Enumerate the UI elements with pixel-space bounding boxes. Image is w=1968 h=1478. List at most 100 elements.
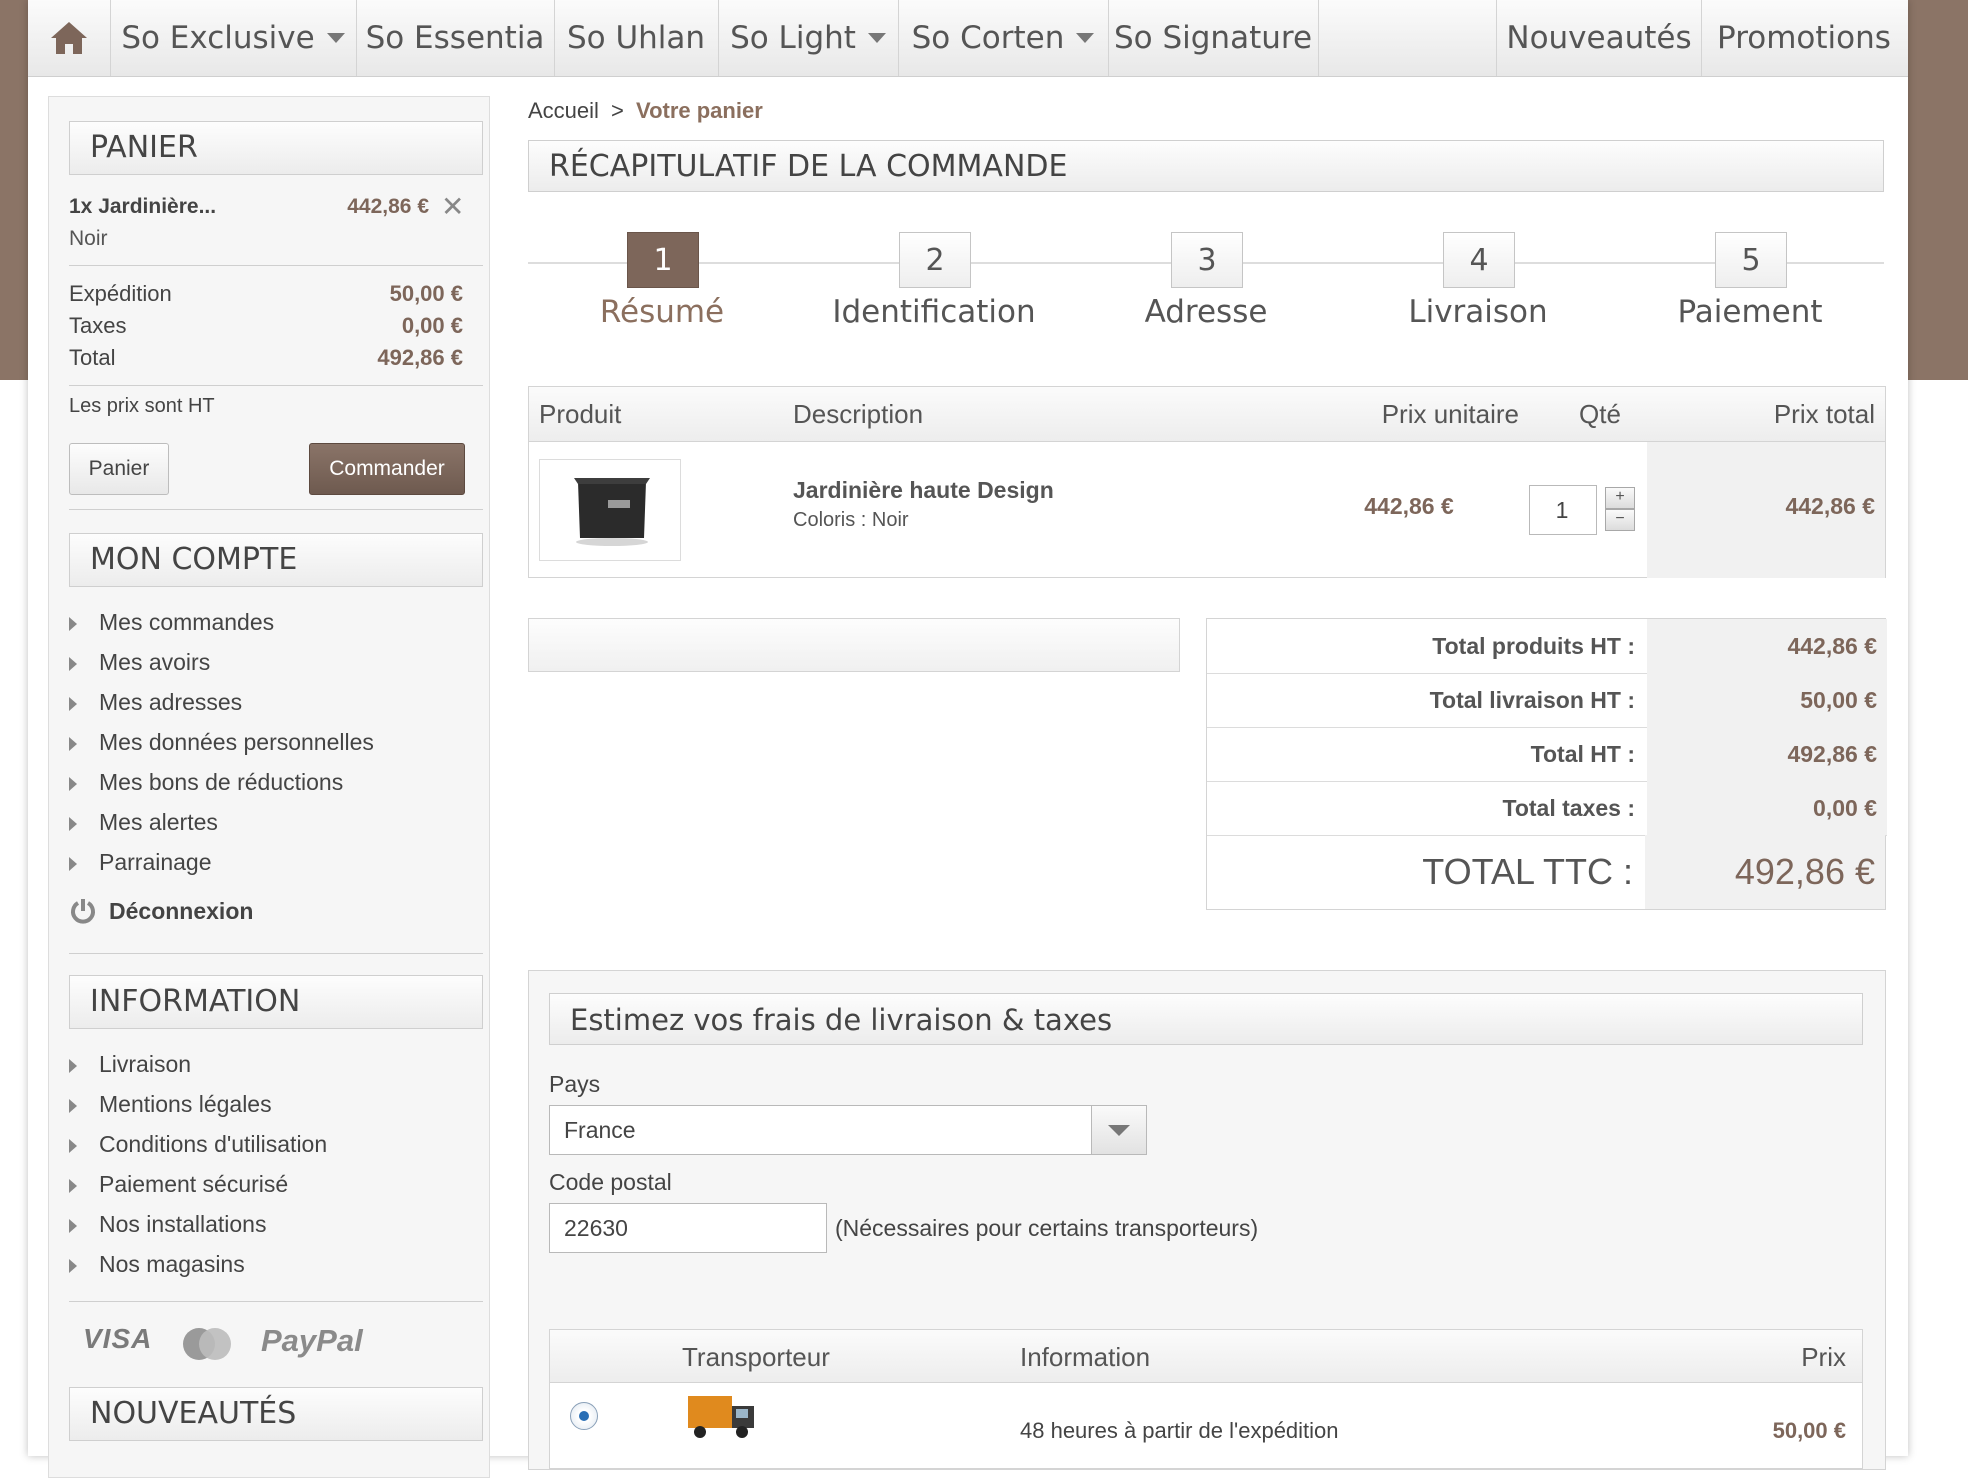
link-label: Paiement sécurisé [99,1171,289,1197]
shipping-estimate-panel: Estimez vos frais de livraison & taxes P… [528,970,1886,1470]
account-link-credits[interactable]: Mes avoirs [69,649,210,676]
link-label: Nos magasins [99,1251,245,1277]
cart-item-name[interactable]: 1x Jardinière... [69,195,216,219]
nav-so-corten[interactable]: So Corten [898,0,1109,76]
divider [69,385,483,386]
step-5-label: Paiement [1677,294,1823,330]
nav-home[interactable] [28,0,111,76]
nav-so-essentia[interactable]: So Essentia [356,0,555,76]
caret-right-icon [69,1138,77,1153]
carrier-radio[interactable] [570,1402,598,1430]
caret-right-icon [69,616,77,631]
quantity-input[interactable] [1529,485,1597,535]
nav-label: So Uhlan [566,20,706,56]
info-link-delivery[interactable]: Livraison [69,1051,191,1078]
step-2-label: Identification [832,294,1036,330]
quantity-decrease-button[interactable]: − [1605,509,1635,531]
product-name[interactable]: Jardinière haute Design [793,477,1054,504]
information-title: INFORMATION [69,975,483,1029]
account-title: MON COMPTE [69,533,483,587]
link-label: Mes avoirs [99,649,211,675]
power-icon [71,899,95,924]
product-variant: Coloris : Noir [793,509,909,531]
cart-button[interactable]: Panier [69,443,169,495]
account-link-alerts[interactable]: Mes alertes [69,809,218,836]
nav-so-exclusive[interactable]: So Exclusive [110,0,357,76]
total-label: Total [69,345,116,370]
main-navigation: So Exclusive So Essentia So Uhlan So Lig… [28,0,1908,77]
totals-label: Total livraison HT : [1429,687,1635,713]
country-dropdown-button[interactable] [1091,1106,1146,1154]
order-button[interactable]: Commander [309,443,465,495]
caret-right-icon [69,856,77,871]
link-label: Conditions d'utilisation [99,1131,328,1157]
totals-label: Total taxes : [1502,795,1636,821]
account-link-addresses[interactable]: Mes adresses [69,689,242,716]
step-5-number: 5 [1715,232,1787,288]
total-value: 492,86 € [377,345,463,370]
info-link-installations[interactable]: Nos installations [69,1211,266,1238]
divider [69,1301,483,1302]
header-unit-price: Prix unitaire [1381,399,1519,429]
account-link-vouchers[interactable]: Mes bons de réductions [69,769,343,796]
estimate-title: Estimez vos frais de livraison & taxes [549,993,1863,1045]
product-thumbnail[interactable] [539,459,681,561]
nav-nouveautes[interactable]: Nouveautés [1496,0,1702,76]
visa-logo: VISA [83,1323,153,1354]
account-link-referral[interactable]: Parrainage [69,849,212,876]
country-select[interactable]: France [549,1105,1147,1155]
step-1-label: Résumé [599,294,725,330]
postal-code-input[interactable] [549,1203,827,1253]
quantity-increase-button[interactable]: + [1605,487,1635,509]
total-ttc-row: TOTAL TTC : 492,86 € [1207,835,1885,909]
breadcrumb-home[interactable]: Accueil [528,98,599,123]
postal-note: (Nécessaires pour certains transporteurs… [835,1215,1259,1241]
chevron-down-icon [326,33,345,43]
nav-label: So Exclusive [121,20,315,56]
nav-label: So Corten [911,20,1065,56]
header-information: Information [1020,1342,1151,1372]
info-link-stores[interactable]: Nos magasins [69,1251,245,1278]
step-4-number: 4 [1443,232,1515,288]
remove-item-button[interactable]: ✕ [441,193,464,221]
tax-label: Taxes [69,313,127,338]
info-link-legal[interactable]: Mentions légales [69,1091,272,1118]
caret-right-icon [69,656,77,671]
link-label: Mentions légales [99,1091,272,1117]
nav-label: Nouveautés [1506,20,1692,56]
header-description: Description [793,399,924,429]
info-link-secure-payment[interactable]: Paiement sécurisé [69,1171,288,1198]
divider [69,953,483,954]
totals-label: Total HT : [1530,741,1635,767]
link-label: Parrainage [99,849,212,875]
info-link-terms[interactable]: Conditions d'utilisation [69,1131,327,1158]
nav-so-light[interactable]: So Light [718,0,899,76]
nav-so-signature[interactable]: So Signature [1108,0,1319,76]
cart-title: PANIER [69,121,483,175]
nav-label: Promotions [1717,20,1891,56]
caret-right-icon [69,736,77,751]
account-link-personal-data[interactable]: Mes données personnelles [69,729,374,756]
page-title: RÉCAPITULATIF DE LA COMMANDE [528,140,1884,192]
mastercard-logo [177,1325,237,1363]
product-total-price: 442,86 € [1785,493,1875,519]
page-container: So Exclusive So Essentia So Uhlan So Lig… [28,0,1908,1478]
voucher-box [528,618,1180,672]
divider [69,265,483,266]
totals-row: Total HT : 492,86 € [1207,727,1887,782]
totals-value: 0,00 € [1647,781,1887,835]
nav-promotions[interactable]: Promotions [1700,0,1908,76]
total-ttc-label: TOTAL TTC : [1422,851,1633,892]
nav-label: So Essentia [365,20,545,56]
chevron-down-icon [867,33,886,43]
nav-so-uhlan[interactable]: So Uhlan [554,0,719,76]
new-products-title: NOUVEAUTÉS [69,1387,483,1441]
product-unit-price: 442,86 € [1364,493,1454,519]
account-link-orders[interactable]: Mes commandes [69,609,274,636]
caret-right-icon [69,696,77,711]
totals-value: 442,86 € [1647,619,1887,673]
tax-value: 0,00 € [401,313,463,338]
logout-link[interactable]: Déconnexion [69,897,253,925]
total-ttc-value: 492,86 € [1645,835,1885,909]
link-label: Mes adresses [99,689,243,715]
